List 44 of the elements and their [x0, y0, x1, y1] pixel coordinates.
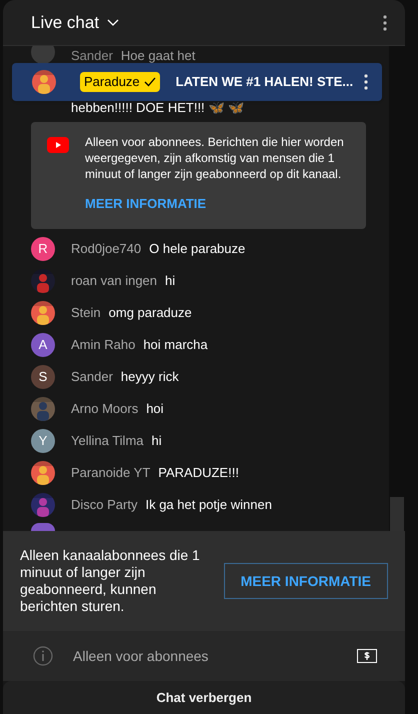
author-name: Paranoide YT: [71, 464, 150, 482]
more-icon[interactable]: [383, 14, 387, 30]
message-text: hi: [152, 432, 162, 450]
pinned-text: LATEN WE #1 HALEN! STE...: [176, 73, 354, 92]
verified-check-icon: [144, 77, 156, 87]
message-text: PARADUZE!!!: [158, 464, 239, 482]
more-info-link[interactable]: MEER INFORMATIE: [85, 194, 206, 213]
avatar: [31, 523, 55, 531]
author-name: Sander: [71, 368, 113, 386]
message-text: Hoe gaat het: [120, 48, 196, 63]
author-name: Sander: [71, 48, 113, 63]
message-text: hi: [165, 272, 176, 290]
info-icon[interactable]: [33, 646, 53, 666]
notice-text: Alleen voor abonnees. Berichten die hier worden weergegeven, zijn afkomstig van mensen die 1 minuut of langer zijn geabonneerd op dit kanaal.: [85, 134, 345, 182]
pinned-message[interactable]: Paraduze LATEN WE #1 HALEN! STE...: [12, 63, 382, 101]
avatar: S: [31, 365, 55, 389]
restriction-text: Alleen kanaalabonnees die 1 minuut of langer zijn geabonneerd, kunnen berichten sturen.: [20, 547, 201, 615]
author-name: Yellina Tilma: [71, 432, 144, 450]
scrollbar-thumb[interactable]: [390, 497, 404, 531]
author-name: Arno Moors: [71, 400, 138, 418]
chat-mode-dropdown[interactable]: Live chat: [31, 10, 120, 36]
author-name: roan van ingen: [71, 272, 158, 290]
message-text: heyyy rick: [120, 368, 179, 386]
dollar-icon[interactable]: [357, 649, 377, 663]
hide-chat-button[interactable]: Chat verbergen: [3, 681, 405, 714]
input-bar[interactable]: Alleen voor abonnees: [3, 631, 405, 681]
chevron-down-icon: [107, 18, 120, 26]
author-name: Rod0joe740: [71, 240, 142, 258]
message-text: hebben!!!!! DOE HET!!! 🦋 🦋: [71, 99, 244, 117]
message-text: Ik ga het potje winnen: [145, 496, 272, 514]
avatar: R: [31, 237, 55, 261]
more-info-button[interactable]: MEER INFORMATIE: [224, 563, 388, 599]
play-logo-icon: [47, 136, 69, 152]
author-name: Disco Party: [71, 496, 138, 514]
author-name: Stein: [71, 304, 101, 322]
message-text: hoi: [146, 400, 164, 418]
avatar: A: [31, 333, 55, 357]
more-icon[interactable]: [364, 74, 368, 90]
message-text: O hele parabuze: [149, 240, 246, 258]
message-text: hoi marcha: [143, 336, 208, 354]
author-badge: Paraduze: [80, 72, 160, 92]
avatar: Y: [31, 429, 55, 453]
message-text: omg paraduze: [108, 304, 192, 322]
author-name: Amin Raho: [71, 336, 136, 354]
